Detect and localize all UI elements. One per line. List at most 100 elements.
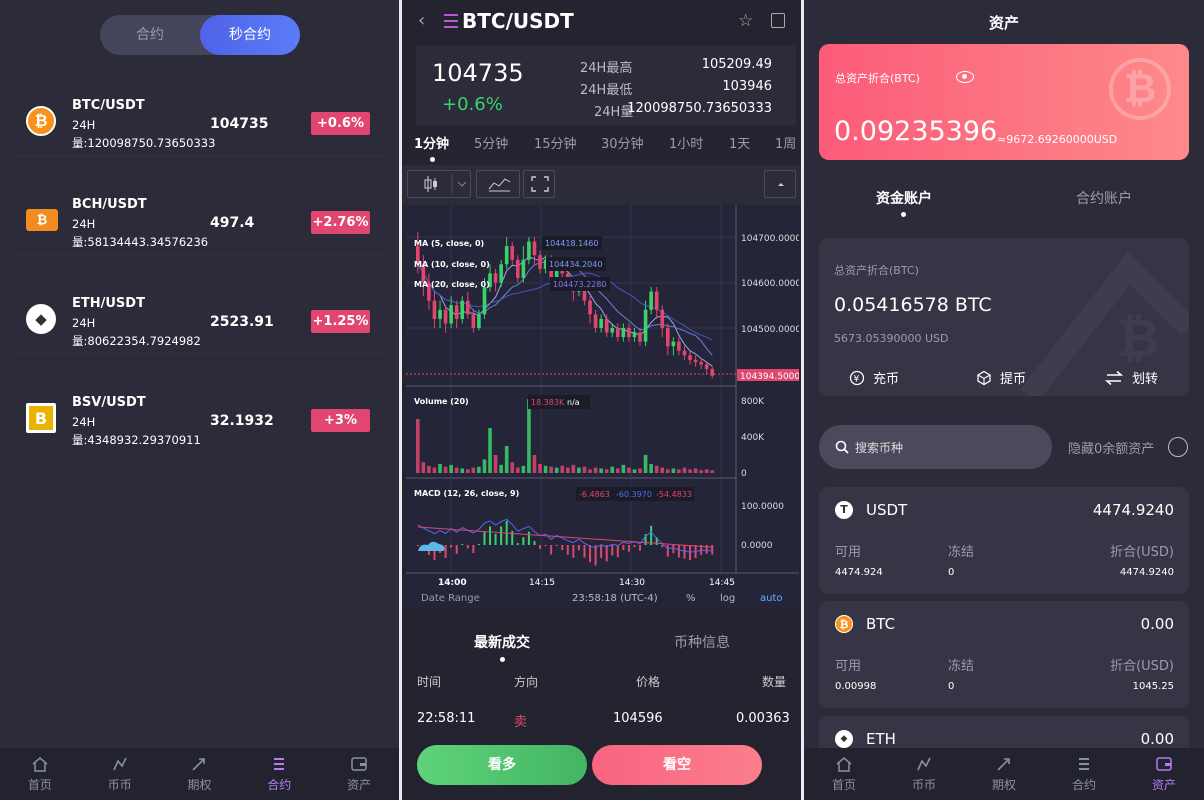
tab-spot[interactable]: 币币 <box>884 748 964 800</box>
col-qty: 数量 <box>762 675 787 689</box>
candle-body <box>621 328 626 338</box>
wallet-btc-value: 0.05416578 BTC <box>834 294 992 316</box>
wallet-summary: ₿ 总资产折合(BTC) 0.05416578 BTC 5673.0539000… <box>819 238 1189 396</box>
frozen-value: 0 <box>948 681 955 692</box>
asset-row-btc[interactable]: ₿ BTC 0.00 可用 冻结 折合(USD) 0.00998 0 1045.… <box>819 601 1189 708</box>
macd-histogram-bar <box>466 545 469 549</box>
percent-toggle[interactable]: % <box>686 593 696 604</box>
collapse-button[interactable] <box>764 170 796 198</box>
tab-contract[interactable]: 合约 <box>239 748 319 800</box>
ma5-label: MA (5, close, 0) <box>414 239 484 248</box>
tab-assets[interactable]: 资产 <box>1124 748 1204 800</box>
candle-body <box>666 328 670 347</box>
volume-bar <box>532 455 537 473</box>
usd-value: 4474.9240 <box>1119 567 1174 578</box>
bottom-tab-bar: 首页 币币 期权 合约 资产 <box>804 748 1204 800</box>
tab-label: 期权 <box>187 777 212 792</box>
candle-style-button[interactable] <box>407 170 471 198</box>
volume-bar <box>643 455 648 473</box>
candle-body <box>499 264 503 283</box>
volume-label: Volume (20) <box>414 397 469 406</box>
candle-body <box>521 259 526 278</box>
asset-row-usdt[interactable]: T USDT 4474.9240 可用 冻结 折合(USD) 4474.924 … <box>819 487 1189 594</box>
tab-label: 资产 <box>347 777 372 792</box>
sell-short-button[interactable]: 看空 <box>592 745 762 785</box>
coin-search-input[interactable]: 搜索币种 <box>819 425 1052 469</box>
back-icon[interactable]: ‹ <box>418 10 425 31</box>
log-toggle[interactable]: log <box>720 593 735 604</box>
candle-body <box>443 309 448 324</box>
bch-icon: ₿ <box>26 209 58 231</box>
indicators-button[interactable] <box>476 170 520 198</box>
volume-na: n/a <box>567 398 580 407</box>
tab-label: 资产 <box>1151 777 1176 792</box>
spot-icon <box>112 757 127 770</box>
market-row-eth[interactable]: ◆ ETH/USDT 24H 量:80622354.7924982 2523.9… <box>16 290 386 354</box>
document-icon[interactable] <box>771 13 785 28</box>
withdraw-button[interactable]: 提币 <box>976 368 1026 387</box>
stat-low-label: 24H最低 <box>580 83 633 98</box>
timeframe-5m[interactable]: 5分钟 <box>474 133 508 152</box>
hide-zero-toggle[interactable] <box>1168 437 1188 457</box>
auto-toggle[interactable]: auto <box>760 593 783 604</box>
volume-bar <box>493 455 498 473</box>
spot-icon <box>917 757 931 770</box>
btc-icon: ₿ <box>835 615 853 633</box>
fullscreen-button[interactable] <box>523 170 555 198</box>
macd-histogram-bar <box>500 526 503 545</box>
price-tick: 104600.0000 <box>741 279 799 289</box>
tab-home[interactable]: 首页 <box>804 748 884 800</box>
usd-label: 折合(USD) <box>1110 545 1174 560</box>
volume-bar <box>599 468 603 473</box>
market-row-bch[interactable]: ₿ BCH/USDT 24H 量:58134443.34576236 497.4… <box>16 191 386 255</box>
time-tick: 14:30 <box>619 578 645 588</box>
tab-assets[interactable]: 资产 <box>319 748 399 800</box>
timeframe-1m[interactable]: 1分钟 <box>414 133 449 152</box>
volume-bar <box>649 464 653 473</box>
kline-chart[interactable]: 104394.5000 104700.0000 104600.0000 1045… <box>406 205 799 608</box>
tab-latest-trades[interactable]: 最新成交 <box>474 632 530 652</box>
tab-options[interactable]: 期权 <box>964 748 1044 800</box>
macd-histogram-bar <box>627 545 630 552</box>
buy-long-button[interactable]: 看多 <box>417 745 587 785</box>
available-value: 0.00998 <box>835 681 877 692</box>
tab-label: 币币 <box>107 777 132 792</box>
price-stats: 104735 +0.6% 24H最高 105209.49 24H最低 10394… <box>416 46 796 126</box>
market-price: 32.1932 <box>210 413 274 429</box>
macd-histogram-bar <box>450 545 453 548</box>
tab-home[interactable]: 首页 <box>0 748 80 800</box>
volume-bar <box>671 468 676 473</box>
timeframe-15m[interactable]: 15分钟 <box>534 133 577 152</box>
tab-contract-account[interactable]: 合约账户 <box>1076 188 1132 208</box>
chart-panel: ‹ BTC/USDT ☆ 104735 +0.6% 24H最高 105209.4… <box>402 0 801 800</box>
transfer-button[interactable]: 划转 <box>1104 368 1158 387</box>
date-range-label[interactable]: Date Range <box>421 593 480 604</box>
eye-icon[interactable] <box>956 71 974 83</box>
candle-body <box>454 305 459 319</box>
candle-body <box>527 241 531 260</box>
segment-contract[interactable]: 合约 <box>100 15 200 55</box>
timeframe-30m[interactable]: 30分钟 <box>601 133 644 152</box>
tab-funding-account[interactable]: 资金账户 <box>876 188 932 208</box>
markets-panel: 合约 秒合约 ₿ BTC/USDT 24H 量:120098750.736503… <box>0 0 399 800</box>
menu-icon[interactable] <box>444 14 458 28</box>
market-row-btc[interactable]: ₿ BTC/USDT 24H 量:120098750.73650333 1047… <box>16 92 386 156</box>
volume-bar <box>604 469 609 473</box>
timeframe-1w[interactable]: 1周 <box>775 133 796 152</box>
tab-spot[interactable]: 币币 <box>80 748 160 800</box>
macd-histogram-bar <box>455 545 458 554</box>
tab-contract[interactable]: 合约 <box>1044 748 1124 800</box>
search-icon <box>835 440 849 454</box>
tab-coin-info[interactable]: 币种信息 <box>674 632 730 652</box>
timeframe-1h[interactable]: 1小时 <box>669 133 703 152</box>
segment-second-contract[interactable]: 秒合约 <box>200 15 300 55</box>
favorite-star-icon[interactable]: ☆ <box>738 11 753 31</box>
market-change-badge: +1.25% <box>311 310 370 333</box>
market-row-bsv[interactable]: B BSV/USDT 24H 量:4348932.29370911 32.193… <box>16 389 386 453</box>
tab-options[interactable]: 期权 <box>160 748 240 800</box>
timeframe-1d[interactable]: 1天 <box>729 133 750 152</box>
macd-histogram-bar <box>472 545 475 554</box>
deposit-button[interactable]: ¥ 充币 <box>849 368 899 387</box>
volume-bar <box>443 466 448 473</box>
indicators-icon <box>488 178 511 192</box>
